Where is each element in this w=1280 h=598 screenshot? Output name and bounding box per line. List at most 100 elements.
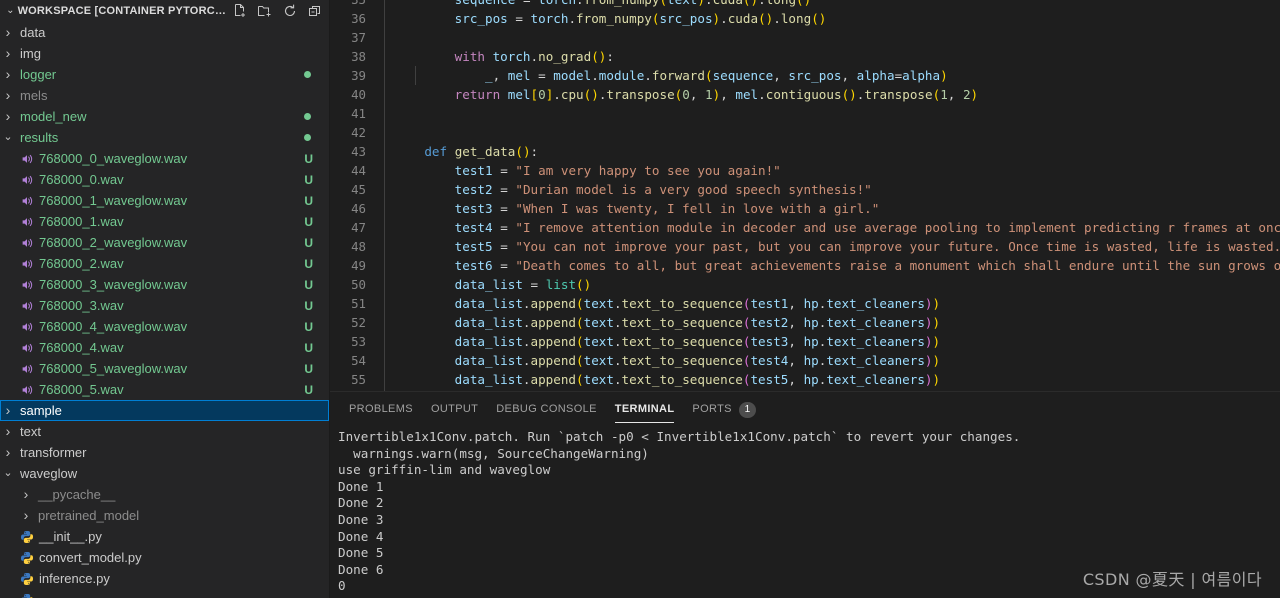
indent-guide (384, 332, 385, 351)
tree-item[interactable]: 768000_1_waveglow.wav U (0, 190, 329, 211)
tree-item[interactable]: 768000_4.wav U (0, 337, 329, 358)
audio-file-icon (18, 215, 35, 229)
tree-item[interactable]: 768000_3_waveglow.wav U (0, 274, 329, 295)
panel-tab-output[interactable]: OUTPUT (422, 392, 487, 427)
code-line-text (384, 104, 1280, 123)
tree-item[interactable]: inference.py (0, 568, 329, 589)
line-number: 44 (351, 163, 366, 178)
git-change-dot (304, 134, 311, 141)
tree-item[interactable]: › __pycache__ (0, 484, 329, 505)
tree-item[interactable]: › logger (0, 64, 329, 85)
code-line-text (384, 123, 1280, 142)
line-number: 49 (351, 258, 366, 273)
tree-item[interactable]: ⌄ waveglow (0, 463, 329, 484)
terminal-line: 0 (338, 578, 346, 594)
tree-item[interactable]: 768000_2_waveglow.wav U (0, 232, 329, 253)
explorer-sidebar: ⌄ WORKSPACE [CONTAINER PYTORCH/PY... › da… (0, 0, 330, 598)
tree-item[interactable]: ⌄ results (0, 127, 329, 148)
tree-item[interactable]: 768000_1.wav U (0, 211, 329, 232)
panel-tab-label: TERMINAL (614, 403, 675, 415)
panel-tab-debug-console[interactable]: DEBUG CONSOLE (487, 392, 606, 427)
indent-guide (415, 66, 416, 85)
indent-guide (384, 47, 385, 66)
chevron-right-icon[interactable]: › (0, 43, 16, 64)
refresh-icon[interactable] (282, 3, 298, 19)
tree-item-label: 768000_4_waveglow.wav (39, 319, 188, 334)
indent-guide (384, 294, 385, 313)
git-status-badge: U (304, 214, 313, 229)
chevron-right-icon[interactable]: › (0, 106, 16, 127)
code-line: 39 _, mel = model.module.forward(sequenc… (330, 66, 1280, 85)
chevron-right-icon[interactable]: › (0, 85, 16, 106)
new-file-icon[interactable] (232, 3, 248, 19)
tree-item[interactable]: › transformer (0, 442, 329, 463)
tree-item[interactable]: › mels (0, 85, 329, 106)
git-change-dot (304, 71, 311, 78)
panel-tab-ports[interactable]: PORTS 1 (683, 392, 764, 427)
terminal-line: Done 6 (338, 561, 384, 577)
tree-item[interactable]: › data (0, 22, 329, 43)
panel-tab-terminal[interactable]: TERMINAL (606, 392, 684, 427)
tree-item-label: 768000_0.wav (39, 172, 124, 187)
tree-item[interactable]: 768000_0.wav U (0, 169, 329, 190)
git-status-badge: U (304, 193, 313, 208)
tree-item-label: 768000_1.wav (39, 214, 124, 229)
tree-item[interactable]: › img (0, 43, 329, 64)
tree-item-label: model_new (20, 109, 87, 124)
line-number: 43 (351, 144, 366, 159)
line-number: 46 (351, 201, 366, 216)
audio-file-icon (18, 299, 35, 313)
tree-item-label: pretrained_model (38, 508, 140, 523)
chevron-right-icon[interactable]: › (18, 505, 34, 526)
tree-item[interactable]: 768000_3.wav U (0, 295, 329, 316)
code-line: 49 test6 = "Death comes to all, but grea… (330, 256, 1280, 275)
tree-item-label: 768000_3_waveglow.wav (39, 277, 188, 292)
chevron-right-icon[interactable]: › (0, 400, 16, 421)
panel-tab-label: PROBLEMS (349, 403, 413, 415)
indent-guide (384, 218, 385, 237)
collapse-all-icon[interactable] (307, 3, 323, 19)
section-chevron-icon[interactable]: ⌄ (4, 0, 17, 22)
tree-item[interactable]: 768000_0_waveglow.wav U (0, 148, 329, 169)
code-line: 38 with torch.no_grad(): (330, 47, 1280, 66)
code-line: 50 data_list = list() (330, 275, 1280, 294)
line-number: 37 (351, 30, 366, 45)
code-editor[interactable]: 35 sequence = torch.from_numpy(text).cud… (330, 0, 1280, 391)
chevron-right-icon[interactable]: › (0, 442, 16, 463)
code-line-text: test6 = "Death comes to all, but great a… (384, 256, 1280, 275)
line-number: 45 (351, 182, 366, 197)
chevron-right-icon[interactable]: › (0, 64, 16, 85)
chevron-right-icon[interactable]: › (18, 484, 34, 505)
indent-guide (384, 9, 385, 28)
tree-item[interactable]: 768000_4_waveglow.wav U (0, 316, 329, 337)
tree-item-selected[interactable]: › sample (0, 400, 329, 421)
tree-item[interactable]: › pretrained_model (0, 505, 329, 526)
line-number: 38 (351, 49, 366, 64)
tree-item[interactable]: convert_model.py (0, 547, 329, 568)
tree-item-label: 768000_3.wav (39, 298, 124, 313)
tree-item[interactable] (0, 589, 329, 598)
code-line-text: test5 = "You can not improve your past, … (384, 237, 1280, 256)
terminal-output[interactable]: Invertible1x1Conv.patch. Run `patch -p0 … (330, 427, 1280, 598)
tree-item[interactable]: 768000_2.wav U (0, 253, 329, 274)
chevron-down-icon[interactable]: ⌄ (0, 127, 16, 148)
tree-item[interactable]: › model_new (0, 106, 329, 127)
tree-item[interactable]: › text (0, 421, 329, 442)
code-line-text: test2 = "Durian model is a very good spe… (384, 180, 1280, 199)
git-status-badge: U (304, 319, 313, 334)
tree-item[interactable]: __init__.py (0, 526, 329, 547)
file-tree[interactable]: › data › img › logger › mels › model_new ⌄ results 7… (0, 22, 329, 598)
panel-tab-bar[interactable]: PROBLEMS OUTPUT DEBUG CONSOLE TERMINAL PORTS… (330, 392, 1280, 427)
code-line-text: def get_data(): (384, 142, 1280, 161)
new-folder-icon[interactable] (257, 3, 273, 19)
python-file-icon (18, 530, 35, 544)
panel-tab-problems[interactable]: PROBLEMS (340, 392, 422, 427)
chevron-right-icon[interactable]: › (0, 421, 16, 442)
tree-item[interactable]: 768000_5_waveglow.wav U (0, 358, 329, 379)
line-number: 42 (351, 125, 366, 140)
chevron-right-icon[interactable]: › (0, 22, 16, 43)
chevron-down-icon[interactable]: ⌄ (0, 463, 16, 484)
tree-item[interactable]: 768000_5.wav U (0, 379, 329, 400)
line-number: 50 (351, 277, 366, 292)
terminal-line: Done 1 (338, 478, 384, 494)
